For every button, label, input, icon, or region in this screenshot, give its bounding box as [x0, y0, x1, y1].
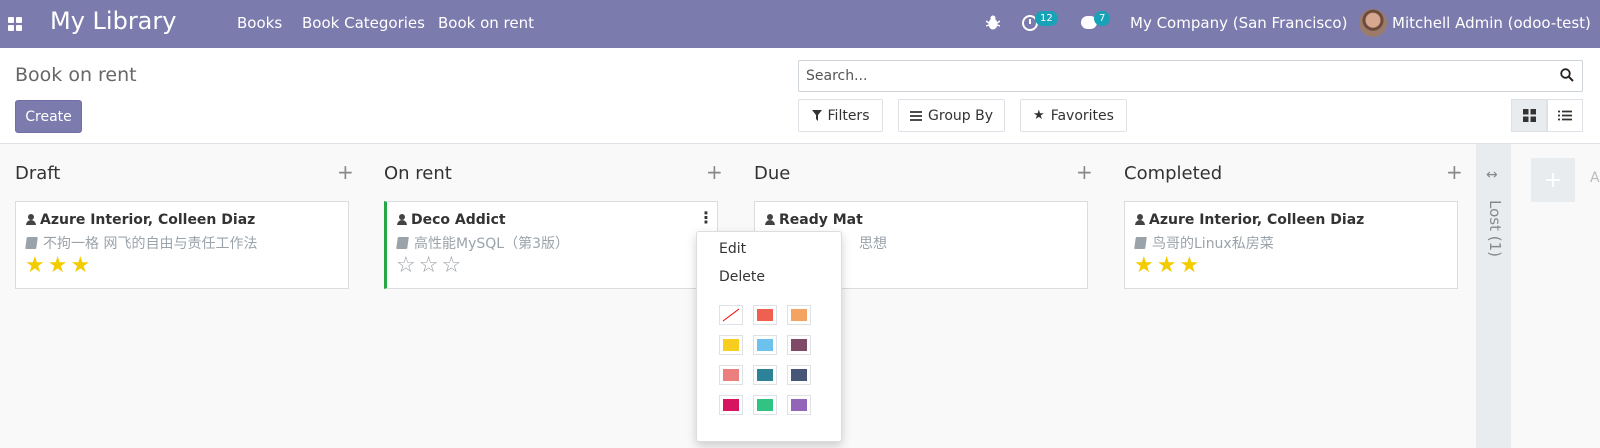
color-swatch[interactable]	[787, 395, 811, 415]
list-bars-icon	[910, 110, 923, 121]
search-icon[interactable]	[1560, 68, 1574, 82]
book-icon	[25, 237, 38, 249]
filter-icon	[811, 110, 822, 121]
favorites-button[interactable]: ★ Favorites	[1020, 99, 1127, 132]
group-by-button[interactable]: Group By	[898, 99, 1005, 132]
column-title-due: Due	[754, 163, 791, 184]
search-placeholder: Search...	[806, 68, 868, 84]
debug-bug-icon[interactable]	[986, 15, 1000, 31]
list-view-button[interactable]	[1547, 99, 1583, 132]
star-icon: ★	[1033, 108, 1045, 123]
app-name[interactable]: My Library	[50, 7, 176, 35]
card-book: 高性能MySQL（第3版）	[396, 233, 569, 253]
color-swatch[interactable]	[787, 335, 811, 355]
kanban-card[interactable]: Azure Interior, Colleen Diaz 不拘一格 网飞的自由与…	[15, 201, 349, 289]
user-icon	[397, 214, 407, 225]
user-icon	[1135, 214, 1145, 225]
kanban-view-button[interactable]	[1511, 99, 1547, 132]
column-quick-add-due[interactable]: +	[1076, 160, 1093, 184]
card-customer: Ready Mat	[765, 212, 863, 228]
color-swatch[interactable]	[719, 365, 743, 385]
user-avatar[interactable]	[1359, 9, 1387, 37]
card-book: 不拘一格 网飞的自由与责任工作法	[25, 233, 257, 253]
top-navbar: My Library Books Book Categories Book on…	[0, 0, 1600, 48]
priority-stars[interactable]: ★★★	[25, 255, 93, 277]
kanban-card[interactable]: Deco Addict 高性能MySQL（第3版） ☆☆☆ ⋮	[384, 201, 718, 289]
column-title-on-rent: On rent	[384, 163, 452, 184]
delete-menu-item[interactable]: Delete	[719, 269, 765, 285]
message-count-badge: 7	[1094, 11, 1111, 26]
kanban-grid-icon	[1522, 109, 1536, 122]
priority-stars[interactable]: ☆☆☆	[396, 255, 464, 277]
column-title-draft: Draft	[15, 163, 61, 184]
apps-menu-icon[interactable]	[8, 17, 22, 31]
menu-book-categories[interactable]: Book Categories	[302, 14, 425, 32]
add-column-label: A	[1590, 170, 1600, 186]
user-icon	[765, 214, 775, 225]
card-customer: Azure Interior, Colleen Diaz	[1135, 212, 1364, 228]
card-book: 思想	[859, 236, 887, 252]
color-swatch[interactable]	[753, 395, 777, 415]
user-icon	[26, 214, 36, 225]
user-menu[interactable]: Mitchell Admin (odoo-test)	[1392, 14, 1591, 32]
group-by-label: Group By	[928, 107, 993, 124]
kanban-card[interactable]: Azure Interior, Colleen Diaz 鸟哥的Linux私房菜…	[1124, 201, 1458, 289]
color-swatch[interactable]	[753, 305, 777, 325]
card-book: 鸟哥的Linux私房菜	[1134, 233, 1274, 253]
color-swatch[interactable]	[753, 365, 777, 385]
column-quick-add-on-rent[interactable]: +	[706, 160, 723, 184]
color-swatch[interactable]	[753, 335, 777, 355]
card-dropdown-toggle-icon[interactable]: ⋮	[695, 202, 717, 232]
column-quick-add-draft[interactable]: +	[337, 160, 354, 184]
card-dropdown-menu: Edit Delete	[696, 231, 842, 442]
card-customer: Deco Addict	[397, 212, 506, 228]
book-icon	[396, 237, 409, 249]
menu-books[interactable]: Books	[237, 14, 282, 32]
card-customer: Azure Interior, Colleen Diaz	[26, 212, 255, 228]
list-view-icon	[1558, 110, 1572, 121]
edit-menu-item[interactable]: Edit	[719, 241, 746, 257]
color-swatch[interactable]	[719, 335, 743, 355]
page-title: Book on rent	[15, 64, 137, 86]
favorites-label: Favorites	[1050, 107, 1114, 124]
color-swatch[interactable]	[787, 365, 811, 385]
create-button[interactable]: Create	[15, 100, 82, 133]
menu-book-on-rent[interactable]: Book on rent	[438, 14, 534, 32]
column-title-completed: Completed	[1124, 163, 1223, 184]
filters-label: Filters	[827, 107, 870, 124]
folded-column-lost[interactable]	[1476, 144, 1511, 448]
control-panel: Book on rent Create Search... Filters Gr…	[0, 48, 1600, 144]
book-icon	[1134, 237, 1147, 249]
color-swatch[interactable]	[787, 305, 811, 325]
color-swatch[interactable]	[719, 395, 743, 415]
search-input[interactable]: Search...	[798, 60, 1583, 92]
filters-button[interactable]: Filters	[798, 99, 883, 132]
add-column-button[interactable]: +	[1531, 158, 1575, 202]
column-quick-add-completed[interactable]: +	[1446, 160, 1463, 184]
unfold-arrows-icon[interactable]: ↔	[1486, 167, 1498, 183]
priority-stars[interactable]: ★★★	[1134, 255, 1202, 277]
color-swatch-none[interactable]	[719, 305, 743, 325]
folded-column-label: Lost (1)	[1486, 200, 1504, 257]
company-switcher[interactable]: My Company (San Francisco)	[1130, 14, 1347, 32]
activity-count-badge: 12	[1035, 11, 1058, 26]
